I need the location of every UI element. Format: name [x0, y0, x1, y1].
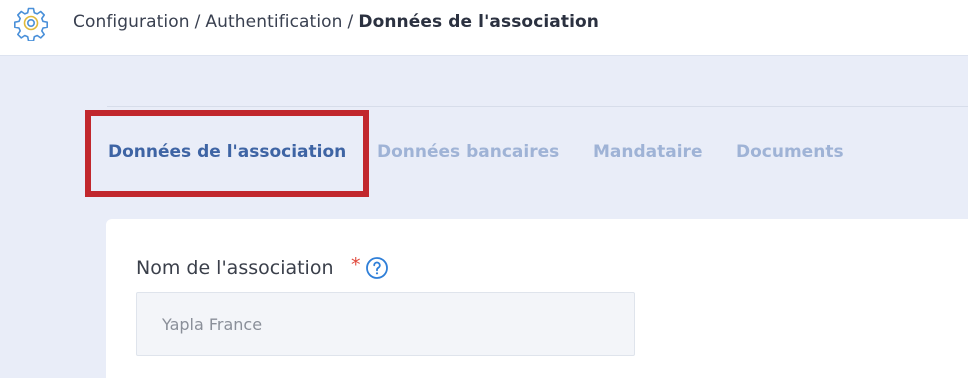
- tab-documents[interactable]: Documents: [736, 142, 844, 162]
- tab-donnees-association[interactable]: Données de l'association: [108, 142, 346, 162]
- association-name-label: Nom de l'association: [136, 257, 334, 279]
- tab-mandataire[interactable]: Mandataire: [593, 142, 702, 162]
- question-circle-icon[interactable]: [365, 256, 389, 280]
- required-marker: *: [351, 254, 361, 276]
- association-name-input[interactable]: [136, 292, 635, 356]
- form-card: Nom de l'association *: [106, 219, 968, 378]
- tab-donnees-bancaires[interactable]: Données bancaires: [377, 142, 559, 162]
- tab-bar: Données de l'association Données bancair…: [0, 0, 968, 200]
